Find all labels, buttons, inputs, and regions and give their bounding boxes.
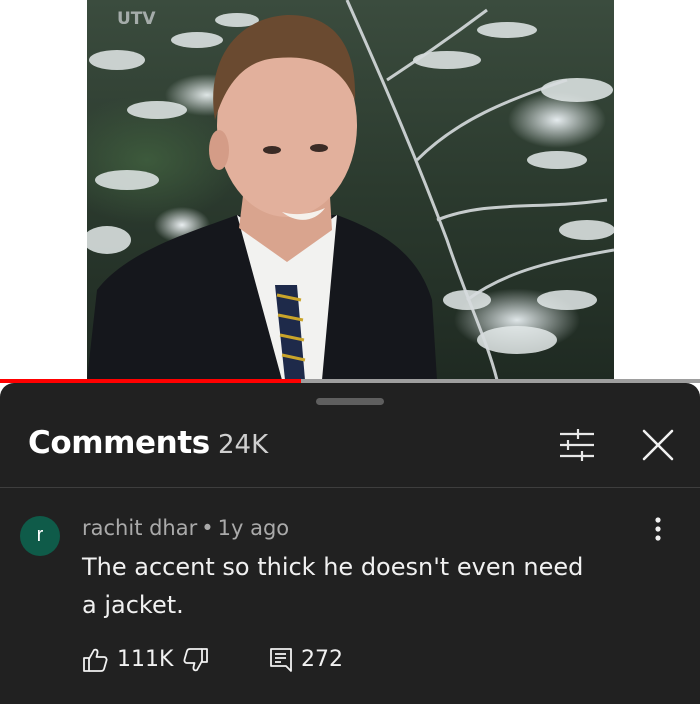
comments-count: 24K — [218, 430, 269, 460]
comment-actions: 111K 272 — [82, 645, 382, 675]
thumbs-down-icon[interactable] — [183, 647, 209, 673]
comment-meta: rachit dhar • 1y ago — [82, 516, 289, 540]
channel-logo: UTV — [117, 9, 156, 29]
comments-panel: Comments 24K r rachit dhar • 1y ago The ac… — [0, 383, 700, 704]
drag-handle[interactable] — [316, 398, 384, 405]
thumbs-up-icon[interactable] — [82, 647, 108, 673]
reply-count[interactable]: 272 — [301, 647, 343, 672]
comment-time: 1y ago — [217, 516, 290, 540]
more-vert-icon[interactable] — [648, 516, 668, 542]
avatar[interactable]: r — [20, 516, 60, 556]
video-player[interactable]: UTV — [87, 0, 614, 380]
reply-icon[interactable] — [269, 647, 293, 673]
video-frame: UTV — [87, 0, 614, 380]
like-count: 111K — [117, 647, 174, 672]
comments-title: Comments — [28, 425, 210, 461]
header-divider — [0, 487, 700, 488]
comment-author[interactable]: rachit dhar — [82, 516, 197, 540]
filter-sliders-icon[interactable] — [558, 428, 596, 462]
meta-separator: • — [201, 516, 214, 540]
comment-text: The accent so thick he doesn't even need… — [82, 553, 584, 619]
close-icon[interactable] — [640, 427, 676, 463]
